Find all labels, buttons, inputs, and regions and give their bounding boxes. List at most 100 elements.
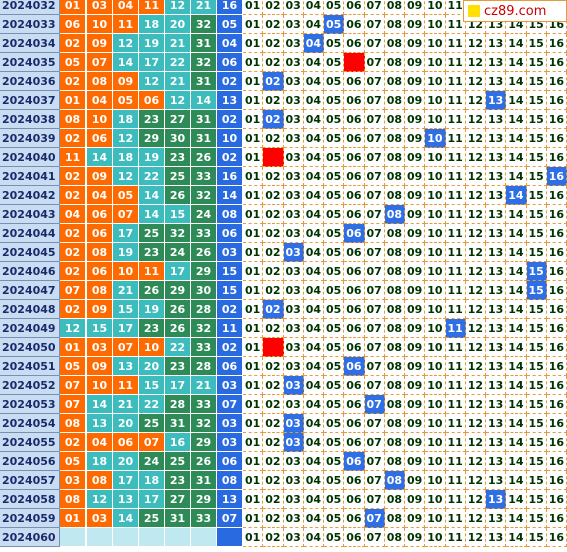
red-ball-cell: 06 [87, 129, 113, 148]
blue-trend-cell: 15 [526, 338, 547, 357]
blue-ball-cell: 03 [217, 376, 243, 395]
issue-cell: 2024038 [0, 110, 60, 129]
red-ball-cell: 26 [165, 186, 191, 205]
blue-trend-cell: 13 [486, 490, 507, 509]
blue-trend-cell: 13 [486, 433, 507, 452]
blue-trend-cell: 01 [243, 433, 264, 452]
red-ball-cell: 08 [60, 110, 86, 129]
blue-trend-cell: 01 [243, 129, 264, 148]
blue-ball-cell: 16 [217, 0, 243, 15]
red-ball-cell: 12 [113, 34, 139, 53]
issue-cell: 2024033 [0, 15, 60, 34]
blue-trend-cell: 02 [263, 53, 284, 72]
blue-trend-cell: 16 [546, 281, 567, 300]
red-ball-cell: 09 [87, 34, 113, 53]
blue-trend-cell: 07 [364, 224, 385, 243]
blue-trend-cell: 05 [324, 224, 345, 243]
blue-ball-cell: 03 [217, 243, 243, 262]
red-ball-cell: 15 [113, 300, 139, 319]
blue-trend-cell: 01 [243, 528, 264, 547]
blue-trend-cell: 08 [384, 300, 405, 319]
red-ball-cell [191, 528, 217, 547]
blue-trend-cell: 12 [465, 167, 486, 186]
red-ball-cell [139, 528, 165, 547]
blue-trend-cell: 07 [364, 34, 385, 53]
red-ball-cell: 08 [87, 243, 113, 262]
blue-trend-cell: 16 [546, 224, 567, 243]
blue-trend-cell: 01 [243, 262, 264, 281]
blue-trend-cell: 12 [465, 129, 486, 148]
blue-trend-cell: 14 [506, 167, 527, 186]
blue-trend-cell: 03 [283, 110, 304, 129]
red-ball-cell: 33 [191, 509, 217, 528]
blue-trend-cell: 05 [324, 509, 345, 528]
blue-trend-cell: 15 [526, 110, 547, 129]
blue-trend-cell: 12 [465, 281, 486, 300]
blue-trend-cell: 01 [243, 300, 264, 319]
blue-trend-cell: 14 [506, 91, 527, 110]
issue-cell: 2024041 [0, 167, 60, 186]
blue-trend-cell: 16 [546, 34, 567, 53]
red-ball-cell: 06 [87, 262, 113, 281]
blue-trend-cell: 06 [344, 72, 365, 91]
blue-trend-cell: 03 [283, 509, 304, 528]
red-ball-cell: 05 [60, 357, 86, 376]
blue-trend-cell: 09 [405, 34, 426, 53]
blue-trend-cell: 13 [486, 471, 507, 490]
red-ball-cell: 31 [191, 110, 217, 129]
blue-trend-cell: 03 [283, 15, 304, 34]
blue-trend-cell: 04 [303, 452, 324, 471]
blue-trend-cell: 04 [303, 243, 324, 262]
blue-trend-cell: 12 [465, 205, 486, 224]
blue-trend-cell: 16 [546, 148, 567, 167]
blue-trend-cell: 15 [526, 471, 547, 490]
blue-trend-cell: 15 [526, 186, 547, 205]
issue-cell: 2024057 [0, 471, 60, 490]
blue-trend-cell: 03 [283, 34, 304, 53]
blue-ball-cell: 02 [217, 148, 243, 167]
blue-trend-cell: 11 [445, 148, 466, 167]
blue-trend-cell: 14 [506, 300, 527, 319]
red-ball-cell: 28 [191, 300, 217, 319]
blue-trend-cell: 10 [425, 91, 446, 110]
blue-trend-cell: 11 [445, 281, 466, 300]
blue-trend-cell: 14 [506, 129, 527, 148]
blue-trend-cell: 14 [506, 376, 527, 395]
blue-trend-cell: 02 [263, 395, 284, 414]
blue-trend-cell: 06 [344, 15, 365, 34]
blue-trend-cell: 08 [384, 129, 405, 148]
blue-trend-cell: 13 [486, 186, 507, 205]
blue-ball-cell: 13 [217, 91, 243, 110]
blue-trend-cell [263, 338, 284, 357]
red-ball-cell: 05 [60, 452, 86, 471]
blue-trend-cell: 14 [506, 433, 527, 452]
blue-ball-cell: 06 [217, 452, 243, 471]
blue-trend-cell: 15 [526, 224, 547, 243]
blue-ball-cell: 02 [217, 338, 243, 357]
blue-trend-cell: 03 [283, 300, 304, 319]
blue-trend-cell: 07 [364, 490, 385, 509]
blue-trend-cell: 02 [263, 281, 284, 300]
blue-trend-cell: 09 [405, 186, 426, 205]
red-ball-cell: 05 [60, 53, 86, 72]
issue-cell: 2024058 [0, 490, 60, 509]
blue-trend-cell: 10 [425, 167, 446, 186]
issue-cell: 2024047 [0, 281, 60, 300]
red-ball-cell: 10 [87, 110, 113, 129]
red-ball-cell: 19 [139, 34, 165, 53]
blue-trend-cell: 14 [506, 224, 527, 243]
blue-trend-cell: 16 [546, 376, 567, 395]
red-ball-cell: 02 [60, 129, 86, 148]
blue-trend-cell: 16 [546, 205, 567, 224]
blue-ball-cell: 08 [217, 471, 243, 490]
blue-trend-cell: 02 [263, 186, 284, 205]
red-ball-cell: 18 [113, 110, 139, 129]
lottery-trend-table: 2024032 01 03 04 11 12 21 16 01 02 03 04 05 06 07 08 09 1… [0, 0, 567, 552]
red-ball-cell: 12 [165, 0, 191, 15]
red-ball-cell: 01 [60, 338, 86, 357]
blue-trend-cell: 09 [405, 433, 426, 452]
blue-trend-cell: 07 [364, 186, 385, 205]
blue-ball-cell: 08 [217, 205, 243, 224]
blue-trend-cell: 16 [546, 129, 567, 148]
red-ball-cell: 07 [113, 338, 139, 357]
